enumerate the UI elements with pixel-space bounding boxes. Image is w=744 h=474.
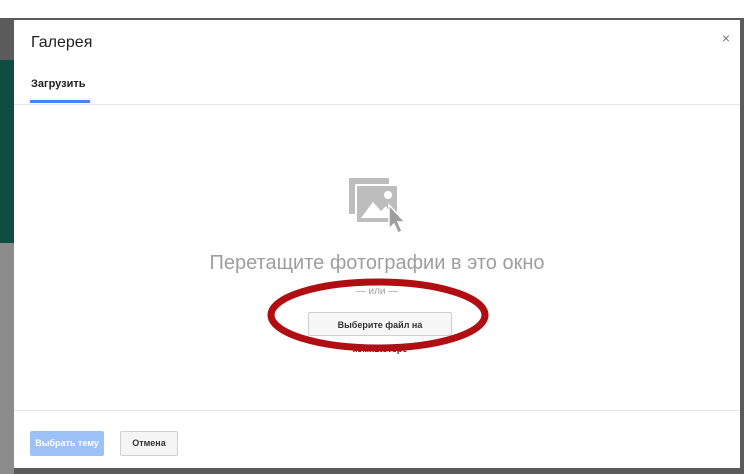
cancel-button[interactable]: Отмена	[120, 431, 178, 456]
dialog-title: Галерея	[31, 34, 93, 51]
top-cropped-heading	[0, 0, 744, 18]
background-page-panel	[0, 243, 14, 474]
close-icon[interactable]: ×	[718, 30, 734, 46]
dialog-header: Галерея × Загрузить	[14, 20, 740, 105]
select-theme-button[interactable]: Выбрать тему	[30, 431, 104, 456]
gallery-dialog: Галерея × Загрузить Перетащите фотографи…	[14, 20, 740, 468]
background-green-panel	[0, 60, 14, 243]
upload-dropzone[interactable]: Перетащите фотографии в это окно — или —…	[14, 105, 740, 410]
tab-active-indicator	[30, 100, 90, 103]
annotation-red-ellipse	[267, 278, 489, 352]
image-upload-icon	[349, 178, 407, 235]
dialog-footer: Выбрать тему Отмена	[14, 410, 740, 469]
drop-instructions: Перетащите фотографии в это окно	[209, 252, 545, 274]
